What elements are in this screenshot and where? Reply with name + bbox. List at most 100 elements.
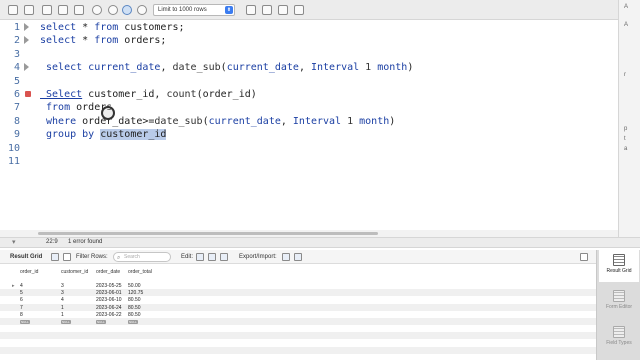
table-row[interactable] — [0, 340, 596, 347]
code-token: customers; — [118, 22, 185, 33]
table-row[interactable]: 6 4 2023-06-10 80.50 — [0, 296, 596, 303]
column-header[interactable]: order_date — [96, 269, 120, 275]
table-cell[interactable]: 50.00 — [128, 283, 141, 289]
toggle-continue-icon[interactable] — [108, 5, 118, 15]
export-icon[interactable] — [282, 253, 290, 261]
form-editor-label: Form Editor — [605, 304, 633, 310]
result-grid[interactable]: order_id customer_id order_date order_total… — [0, 264, 596, 360]
table-cell[interactable]: 2023-06-22 — [96, 312, 122, 318]
execute-icon[interactable] — [42, 5, 52, 15]
table-cell[interactable]: 2023-06-10 — [96, 297, 122, 303]
editor-line[interactable]: 5 — [0, 75, 600, 88]
find-icon[interactable] — [262, 5, 272, 15]
editor-line[interactable]: 8 where order_date>=date_sub(current_dat… — [0, 115, 600, 128]
table-row[interactable]: 8 1 2023-06-22 80.50 — [0, 311, 596, 318]
table-cell[interactable]: 8 — [20, 312, 23, 318]
table-cell[interactable]: 3 — [61, 283, 64, 289]
table-cell[interactable]: 5 — [20, 290, 23, 296]
wrap-lines-icon[interactable] — [294, 5, 304, 15]
editor-line[interactable]: 7 from orders — [0, 101, 600, 114]
field-types-button[interactable]: Field Types — [599, 322, 639, 354]
editor-horizontal-scrollbar[interactable] — [0, 230, 618, 237]
code-text: where order_date>=date_sub(current_date,… — [40, 115, 395, 128]
chevron-down-icon: ⬍ — [225, 6, 233, 14]
beautify-icon[interactable] — [246, 5, 256, 15]
null-cell[interactable]: NULL — [128, 319, 138, 325]
result-grid-tab[interactable]: Result Grid — [10, 254, 42, 260]
table-cell[interactable]: 4 — [61, 297, 64, 303]
table-cell[interactable]: 4 — [20, 283, 23, 289]
editor-line[interactable]: 3 — [0, 48, 600, 61]
add-row-icon[interactable] — [208, 253, 216, 261]
code-token: from — [94, 22, 119, 33]
execute-statement-icon[interactable] — [58, 5, 68, 15]
editor-line[interactable]: 1 select * from customers; — [0, 21, 600, 34]
column-header[interactable]: customer_id — [61, 269, 88, 275]
limit-rows-value: Limit to 1000 rows — [158, 7, 207, 13]
stop-icon[interactable] — [92, 5, 102, 15]
explain-icon[interactable] — [74, 5, 84, 15]
grid-header-row: order_id customer_id order_date order_total — [0, 268, 596, 275]
limit-rows-select[interactable]: Limit to 1000 rows ⬍ — [153, 4, 235, 16]
result-toolbar: Result Grid Filter Rows: ⌕ Search Edit: … — [0, 250, 596, 264]
toggle-panel-icon[interactable] — [580, 253, 588, 261]
table-row[interactable] — [0, 325, 596, 332]
table-cell[interactable]: 6 — [20, 297, 23, 303]
sql-editor[interactable]: 1 select * from customers; 2 select * from … — [0, 20, 618, 230]
invisible-chars-icon[interactable] — [278, 5, 288, 15]
filter-search-input[interactable]: ⌕ Search — [113, 252, 171, 262]
dropdown-arrow-icon[interactable]: ▾ — [12, 238, 16, 246]
result-grid-view-button[interactable]: Result Grid — [599, 250, 639, 282]
table-cell[interactable]: 7 — [20, 305, 23, 311]
code-token: current_date — [208, 115, 281, 127]
table-row[interactable] — [0, 346, 596, 354]
editor-line[interactable]: 4 select current_date, date_sub(current_… — [0, 61, 600, 74]
null-cell[interactable]: NULL — [20, 319, 30, 325]
code-token: 1 — [341, 115, 360, 127]
null-cell[interactable]: NULL — [61, 319, 71, 325]
editor-line[interactable]: 10 — [0, 142, 600, 155]
table-row[interactable]: 5 3 2023-06-01 120.75 — [0, 289, 596, 297]
table-row[interactable] — [0, 332, 596, 340]
table-cell[interactable]: 80.50 — [128, 305, 141, 311]
table-row[interactable]: NULL NULL NULL NULL — [0, 318, 596, 325]
editor-line[interactable]: 9 group by customer_id — [0, 128, 600, 141]
table-cell[interactable]: 3 — [61, 290, 64, 296]
filter-icon[interactable] — [63, 253, 71, 261]
table-cell[interactable]: 80.50 — [128, 297, 141, 303]
table-cell[interactable]: 1 — [61, 312, 64, 318]
table-cell[interactable]: 2023-06-24 — [96, 305, 122, 311]
table-cell[interactable]: 120.75 — [128, 290, 143, 296]
form-editor-button[interactable]: Form Editor — [599, 286, 639, 318]
editor-line[interactable]: 11 — [0, 155, 600, 168]
table-cell[interactable]: 2023-06-01 — [96, 290, 122, 296]
null-badge: NULL — [20, 320, 30, 324]
code-token: group by — [40, 129, 95, 141]
grid-icon[interactable] — [51, 253, 59, 261]
import-icon[interactable] — [294, 253, 302, 261]
table-row[interactable]: ▸ 4 3 2023-05-25 50.00 — [0, 282, 596, 289]
code-token: date_sub — [154, 115, 203, 127]
editor-line[interactable]: 6 Select customer_id, count(order_id) — [0, 88, 600, 101]
table-cell[interactable]: 80.50 — [128, 312, 141, 318]
side-panel-text: a — [624, 146, 628, 152]
open-file-icon[interactable] — [8, 5, 18, 15]
column-header[interactable]: order_id — [20, 269, 38, 275]
table-cell[interactable]: 2023-05-25 — [96, 283, 122, 289]
scrollbar-thumb[interactable] — [38, 232, 378, 235]
delete-row-icon[interactable] — [220, 253, 228, 261]
null-cell[interactable]: NULL — [96, 319, 106, 325]
line-number: 9 — [13, 129, 20, 141]
table-row[interactable]: 7 1 2023-06-24 80.50 — [0, 303, 596, 311]
edit-row-icon[interactable] — [196, 253, 204, 261]
table-cell[interactable]: 1 — [61, 305, 64, 311]
commit-icon[interactable] — [122, 5, 132, 15]
column-header[interactable]: order_total — [128, 269, 152, 275]
null-badge: NULL — [128, 320, 138, 324]
line-number: 2 — [13, 35, 20, 47]
editor-line[interactable]: 2 select * from orders; — [0, 34, 600, 47]
save-icon[interactable] — [24, 5, 34, 15]
statement-marker-icon — [24, 36, 29, 45]
result-grid-icon — [613, 254, 625, 266]
rollback-icon[interactable] — [137, 5, 147, 15]
